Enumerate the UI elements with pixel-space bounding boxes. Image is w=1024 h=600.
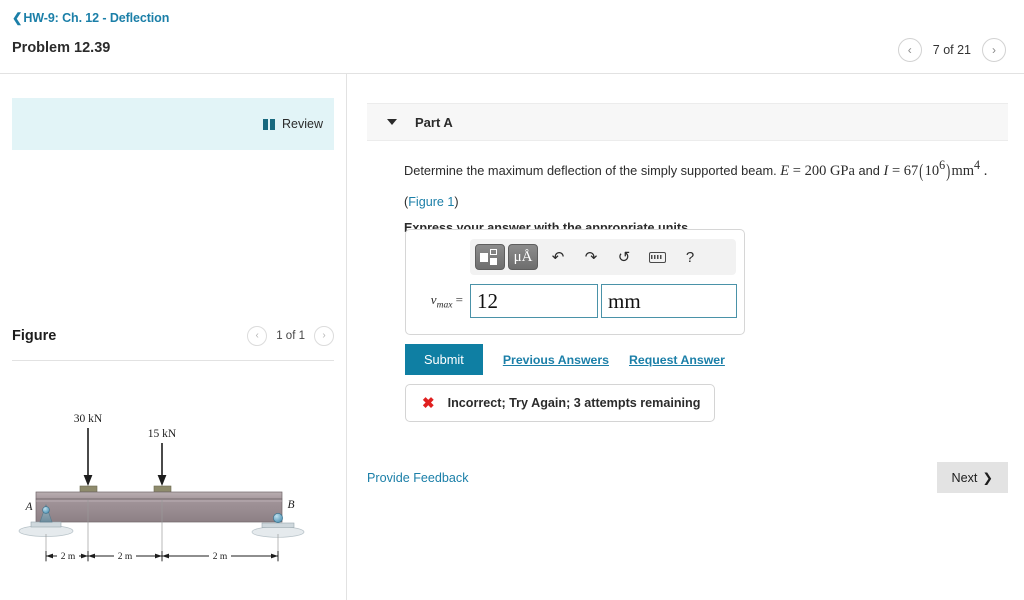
left-panel: Review Figure ‹ 1 of 1 › 30 kN 15 kN A B… [0, 74, 346, 600]
part-a-header[interactable]: Part A [367, 103, 1008, 141]
prev-problem-button[interactable]: ‹ [897, 38, 922, 62]
previous-answers-link[interactable]: Previous Answers [503, 353, 609, 367]
beam-figure[interactable]: 30 kN 15 kN A B 2 m 2 m 2 m [10, 404, 340, 584]
review-button[interactable]: Review [263, 117, 323, 131]
submit-button[interactable]: Submit [405, 344, 483, 375]
answer-panel: μÅ ↶ ↷ ↺ ? vmax = [405, 229, 745, 335]
feedback-banner: ✖ Incorrect; Try Again; 3 attempts remai… [405, 384, 715, 422]
next-button-label: Next [951, 470, 978, 485]
math-toolbar: μÅ ↶ ↷ ↺ ? [470, 239, 736, 275]
figure-title: Figure [12, 328, 57, 344]
review-label: Review [282, 117, 323, 131]
units-button[interactable]: μÅ [508, 244, 538, 270]
feedback-message: Incorrect; Try Again; 3 attempts remaini… [447, 396, 701, 410]
load-pad-1 [79, 485, 98, 493]
load-label-2: 15 kN [148, 428, 177, 440]
caret-down-icon[interactable] [387, 119, 397, 125]
answer-value-input[interactable] [470, 284, 598, 318]
figure-pager-label: 1 of 1 [276, 330, 305, 342]
load-arrow-2 [157, 443, 167, 486]
undo-icon[interactable]: ↶ [545, 244, 571, 270]
keyboard-button[interactable] [644, 244, 670, 270]
support-label-a: A [24, 501, 33, 513]
next-problem-button[interactable]: › [982, 38, 1006, 62]
right-panel: Part A Determine the maximum deflection … [347, 74, 1024, 600]
figure-reference-link[interactable]: (Figure 1) [404, 195, 1004, 209]
dimension-label-1: 2 m [61, 552, 76, 562]
math-E: E = 200 GPa [780, 162, 855, 179]
support-label-b: B [287, 499, 294, 511]
page-title: Problem 12.39 [12, 40, 111, 56]
next-button[interactable]: Next ❯ [936, 462, 1008, 493]
load-label-1: 30 kN [74, 413, 103, 425]
figure-link-label: Figure 1 [408, 195, 455, 210]
answer-unit-input[interactable] [601, 284, 737, 318]
breadcrumb-label: HW-9: Ch. 12 - Deflection [23, 11, 170, 25]
part-a-label: Part A [415, 114, 453, 130]
paren-open: ( [919, 160, 924, 182]
math-I: I = 67(106)mm4 . [883, 158, 987, 182]
answer-variable-label: vmax = [430, 291, 463, 311]
bottom-row: Provide Feedback Next ❯ [367, 462, 1008, 493]
question-text: Determine the maximum deflection of the … [404, 156, 1004, 186]
problem-page: ❮HW-9: Ch. 12 - Deflection Problem 12.39… [0, 0, 1024, 600]
book-icon [263, 118, 276, 130]
template-button[interactable] [475, 244, 505, 270]
help-icon[interactable]: ? [677, 244, 703, 270]
x-mark-icon: ✖ [422, 394, 435, 412]
units-icon: μÅ [513, 248, 533, 265]
dimension-label-3: 2 m [213, 552, 228, 562]
question-body: Determine the maximum deflection of the … [404, 156, 1004, 235]
beam-top-flange [35, 491, 283, 500]
review-banner: Review [12, 98, 334, 150]
beam-diagram-svg: 30 kN 15 kN A B 2 m 2 m 2 m [18, 413, 305, 562]
redo-icon[interactable]: ↷ [578, 244, 604, 270]
beam-web [35, 498, 283, 523]
question-prefix: Determine the maximum deflection of the … [404, 162, 777, 178]
math-conjunction: and [858, 162, 880, 178]
submit-row: Submit Previous Answers Request Answer [405, 344, 725, 375]
answer-row: vmax = [406, 284, 746, 318]
dimension-label-2: 2 m [118, 552, 133, 562]
figure-pager: ‹ 1 of 1 › [247, 326, 334, 346]
figure-divider [12, 360, 334, 361]
chevron-left-icon: ❮ [12, 11, 23, 25]
template-icon [480, 248, 500, 266]
problem-pager: ‹ 7 of 21 › [897, 38, 1006, 62]
problem-pager-label: 7 of 21 [932, 43, 971, 57]
keyboard-icon [648, 251, 666, 263]
figure-header: Figure ‹ 1 of 1 › [12, 326, 334, 346]
next-figure-button[interactable]: › [314, 326, 334, 346]
provide-feedback-link[interactable]: Provide Feedback [367, 471, 469, 485]
breadcrumb[interactable]: ❮HW-9: Ch. 12 - Deflection [12, 10, 169, 25]
chevron-right-icon: ❯ [982, 471, 993, 485]
paren-close: ) [946, 160, 951, 182]
request-answer-link[interactable]: Request Answer [629, 353, 725, 367]
reset-icon[interactable]: ↺ [611, 244, 637, 270]
load-arrow-1 [83, 428, 93, 486]
prev-figure-button[interactable]: ‹ [247, 326, 268, 346]
load-pad-2 [153, 485, 172, 493]
